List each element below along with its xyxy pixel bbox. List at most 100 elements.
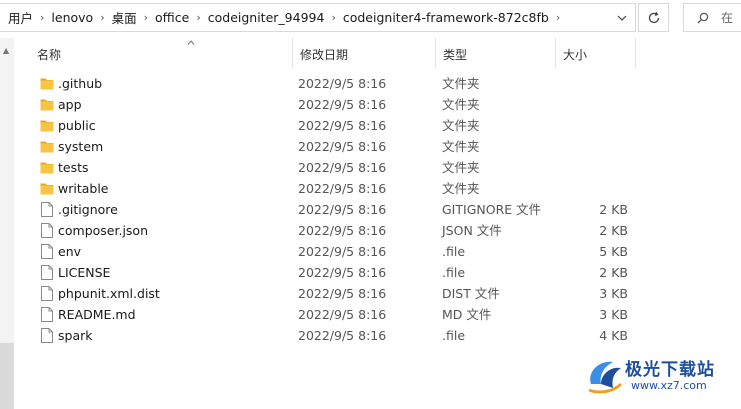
file-icon (41, 244, 53, 259)
file-type: .file (442, 244, 466, 259)
file-size: 5 KB (599, 244, 628, 259)
file-modified-date: 2022/9/5 8:16 (298, 265, 387, 280)
address-bar[interactable]: 用户 › lenovo › 桌面 › office › codeigniter_… (0, 3, 636, 32)
file-row[interactable]: spark 2022/9/5 8:16 .file 4 KB (14, 325, 741, 346)
file-type: GITIGNORE 文件 (442, 202, 542, 217)
site-logo-icon (588, 361, 623, 394)
file-icon (41, 223, 53, 238)
file-size (569, 136, 628, 157)
file-name: env (58, 244, 82, 259)
file-size (569, 94, 628, 115)
file-size: 3 KB (599, 307, 628, 322)
folder-icon (40, 78, 54, 90)
folder-icon (40, 141, 54, 153)
column-header-type-label: 类型 (443, 47, 468, 62)
file-size: 2 KB (599, 223, 628, 238)
file-name: LICENSE (58, 265, 111, 280)
file-name: system (58, 139, 104, 154)
breadcrumb-separator[interactable]: › (139, 11, 153, 24)
watermark-logo: 极光下载站 www.xz7.com (585, 352, 737, 402)
breadcrumb-separator[interactable]: › (326, 11, 340, 24)
file-type: JSON 文件 (442, 223, 502, 238)
file-modified-date: 2022/9/5 8:16 (298, 286, 387, 301)
breadcrumb-separator[interactable]: › (95, 11, 109, 24)
watermark-url: www.xz7.com (631, 379, 707, 392)
file-icon (41, 307, 53, 322)
file-row[interactable]: README.md 2022/9/5 8:16 MD 文件 3 KB (14, 304, 741, 325)
breadcrumb-desktop[interactable]: 桌面 (110, 8, 139, 27)
chevron-down-icon (617, 15, 627, 21)
file-modified-date: 2022/9/5 8:16 (298, 244, 387, 259)
column-header-size[interactable]: 大小 (555, 38, 635, 70)
breadcrumb-framework[interactable]: codeigniter4-framework-872c8fb (341, 10, 551, 25)
file-name: tests (58, 160, 89, 175)
search-box[interactable]: 在 (683, 3, 741, 32)
column-header-type[interactable]: 类型 (435, 38, 555, 70)
address-dropdown-button[interactable] (609, 4, 635, 31)
file-icon (41, 202, 53, 217)
breadcrumb-separator[interactable]: › (191, 11, 205, 24)
file-name: .github (58, 76, 103, 91)
column-header-date[interactable]: 修改日期 (292, 38, 435, 70)
file-icon (41, 265, 53, 280)
file-size (569, 178, 628, 199)
file-row[interactable]: .github 2022/9/5 8:16 文件夹 (14, 73, 741, 94)
file-row[interactable]: public 2022/9/5 8:16 文件夹 (14, 115, 741, 136)
navigation-pane-scrollbar[interactable]: ▲ (0, 38, 14, 409)
file-size: 3 KB (599, 286, 628, 301)
file-name: spark (58, 328, 93, 343)
file-row[interactable]: .gitignore 2022/9/5 8:16 GITIGNORE 文件 2 KB (14, 199, 741, 220)
refresh-button[interactable] (638, 3, 669, 32)
file-modified-date: 2022/9/5 8:16 (298, 139, 387, 154)
file-row[interactable]: env 2022/9/5 8:16 .file 5 KB (14, 241, 741, 262)
file-type: 文件夹 (442, 118, 480, 133)
file-modified-date: 2022/9/5 8:16 (298, 76, 387, 91)
folder-icon (40, 99, 54, 111)
search-icon (697, 12, 709, 23)
file-modified-date: 2022/9/5 8:16 (298, 181, 387, 196)
file-modified-date: 2022/9/5 8:16 (298, 223, 387, 238)
file-size (569, 73, 628, 94)
file-modified-date: 2022/9/5 8:16 (298, 307, 387, 322)
breadcrumb-lenovo[interactable]: lenovo (49, 10, 95, 25)
file-modified-date: 2022/9/5 8:16 (298, 202, 387, 217)
file-type: 文件夹 (442, 139, 480, 154)
breadcrumb-codeigniter[interactable]: codeigniter_94994 (206, 10, 327, 25)
file-type: MD 文件 (442, 307, 492, 322)
folder-icon (40, 183, 54, 195)
breadcrumb-separator[interactable]: › (35, 11, 49, 24)
file-type: 文件夹 (442, 76, 480, 91)
file-row[interactable]: LICENSE 2022/9/5 8:16 .file 2 KB (14, 262, 741, 283)
refresh-icon (648, 11, 659, 23)
column-header-size-label: 大小 (563, 47, 588, 62)
file-row[interactable]: phpunit.xml.dist 2022/9/5 8:16 DIST 文件 3 KB (14, 283, 741, 304)
column-header-name-label: 名称 (37, 47, 62, 62)
scrollbar-thumb[interactable] (0, 343, 14, 409)
file-modified-date: 2022/9/5 8:16 (298, 97, 387, 112)
file-row[interactable]: composer.json 2022/9/5 8:16 JSON 文件 2 KB (14, 220, 741, 241)
file-size (569, 115, 628, 136)
file-modified-date: 2022/9/5 8:16 (298, 118, 387, 133)
file-size (569, 157, 628, 178)
file-icon (41, 286, 53, 301)
column-header-name[interactable]: 名称 (29, 38, 292, 70)
column-divider[interactable] (635, 38, 636, 68)
file-type: 文件夹 (442, 160, 480, 175)
file-row[interactable]: writable 2022/9/5 8:16 文件夹 (14, 178, 741, 199)
file-name: writable (58, 181, 109, 196)
file-name: public (58, 118, 96, 133)
file-type: .file (442, 265, 466, 280)
file-row[interactable]: app 2022/9/5 8:16 文件夹 (14, 94, 741, 115)
column-header-row: 名称 修改日期 类型 大小 (14, 38, 741, 70)
folder-icon (40, 162, 54, 174)
file-type: 文件夹 (442, 97, 480, 112)
file-type: DIST 文件 (442, 286, 500, 301)
file-row[interactable]: tests 2022/9/5 8:16 文件夹 (14, 157, 741, 178)
breadcrumb-office[interactable]: office (153, 10, 191, 25)
file-row[interactable]: system 2022/9/5 8:16 文件夹 (14, 136, 741, 157)
breadcrumb-users[interactable]: 用户 (0, 8, 35, 27)
file-icon (41, 328, 53, 343)
breadcrumb-separator[interactable]: › (551, 11, 565, 24)
file-name: README.md (58, 307, 136, 322)
scroll-up-icon[interactable]: ▲ (3, 46, 9, 55)
